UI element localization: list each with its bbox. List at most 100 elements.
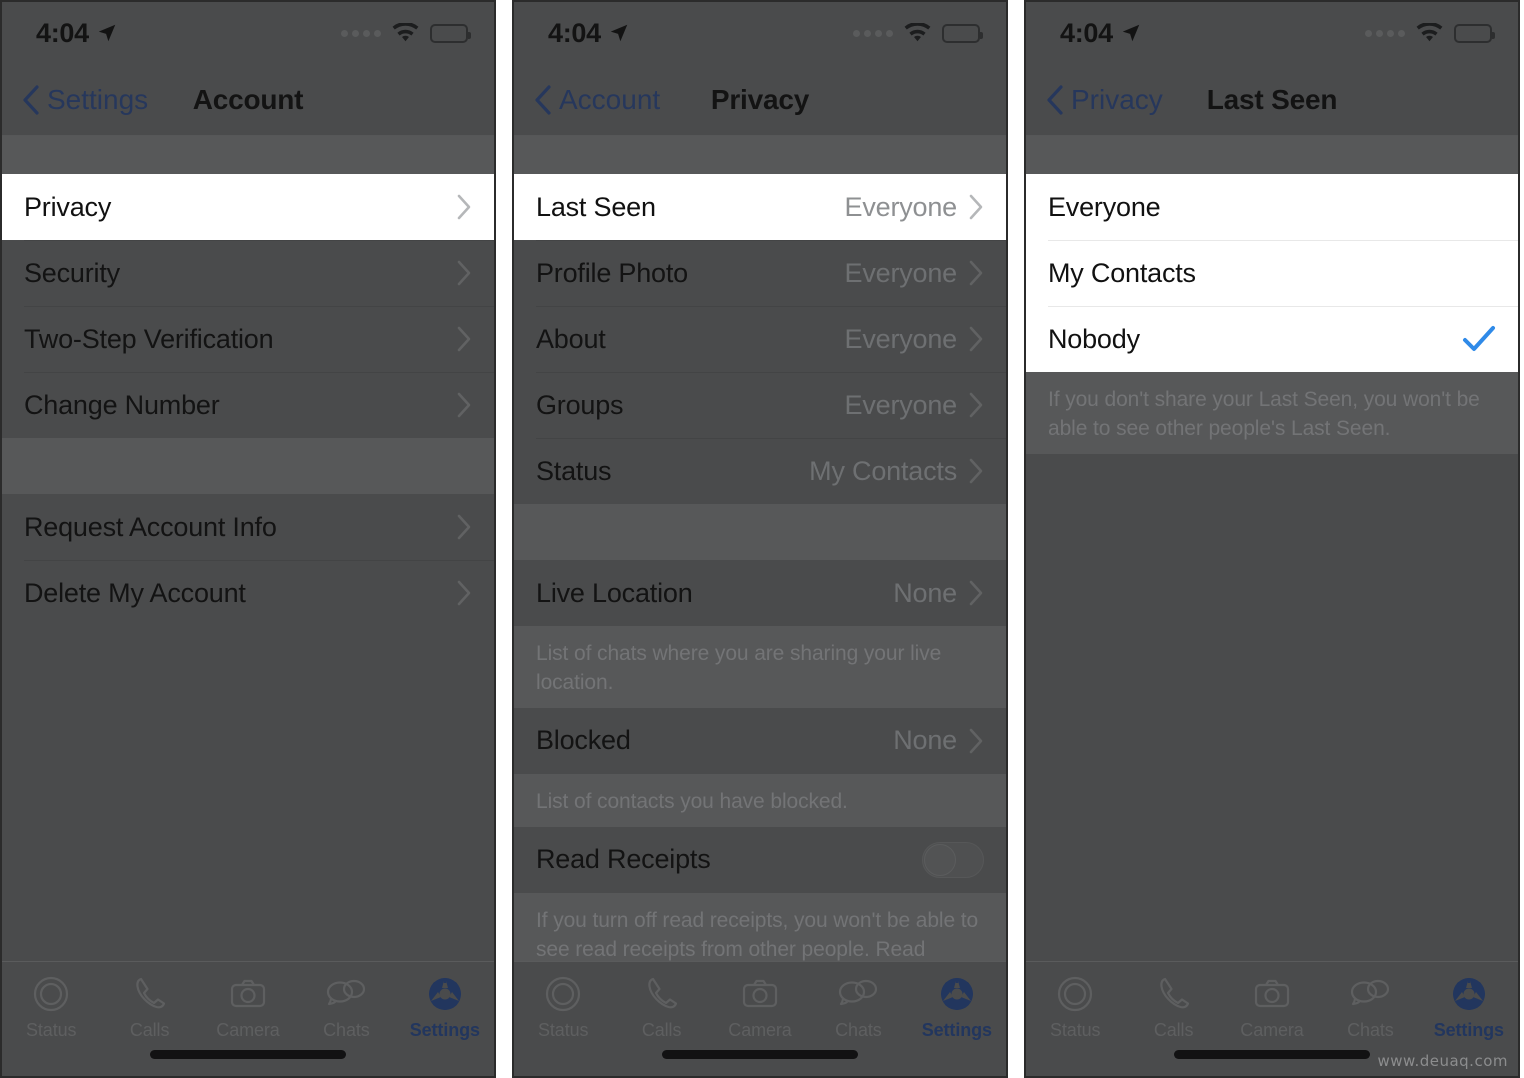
back-button-label: Settings [47,83,149,115]
row-value: None [893,577,957,608]
gear-icon [428,977,461,1010]
tab-label: Calls [1153,1020,1194,1040]
camera-icon [230,979,266,1008]
home-indicator [662,1050,858,1059]
chevron-right-icon [457,194,471,220]
option-everyone[interactable]: Everyone [1026,174,1518,240]
gear-icon [1452,977,1485,1010]
tab-camera[interactable]: Camera [199,974,297,1041]
signal-dots-icon [1365,29,1405,37]
chevron-right-icon [969,580,983,606]
tab-status[interactable]: Status [2,974,100,1041]
chevron-left-icon [23,84,39,115]
row-label: Privacy [24,191,112,222]
read-receipts-toggle[interactable] [922,841,984,878]
nav-bar: Privacy Last Seen [1026,64,1518,136]
tab-bar: Status Calls Camera Chats Settings [514,961,1006,1076]
signal-dots-icon [341,29,381,37]
row-read-receipts[interactable]: Read Receipts [514,826,1006,893]
chat-bubbles-icon [1351,979,1390,1006]
clock-label: 4:04 [548,17,601,48]
row-last-seen[interactable]: Last Seen Everyone [514,174,1006,240]
row-request-account-info[interactable]: Request Account Info [2,494,494,560]
tab-calls[interactable]: Calls [100,974,198,1041]
back-button-label: Account [559,83,661,115]
battery-icon [430,23,471,43]
privacy-group-3: Blocked None [514,707,1006,774]
toggle-knob [924,843,956,876]
row-label: Security [24,257,120,288]
group-spacer [2,438,494,494]
row-value: Everyone [844,191,958,222]
row-value: None [893,725,957,756]
row-blocked[interactable]: Blocked None [514,707,1006,774]
nav-bar: Account Privacy [514,64,1006,136]
row-about[interactable]: About Everyone [514,306,1006,372]
option-nobody[interactable]: Nobody [1026,306,1518,372]
location-arrow-icon [610,24,628,42]
nav-bar: Settings Account [2,64,494,136]
status-rings-icon [1058,976,1093,1012]
row-label: Read Receipts [536,844,711,875]
watermark: www.deuaq.com [1377,1052,1508,1070]
last-seen-option-group: Everyone My Contacts Nobody [1026,174,1518,372]
list-top-spacer [1026,136,1518,174]
back-button-settings[interactable]: Settings [22,84,148,116]
three-screenshot-strip: 4:04 Settings Account Privacy Security T… [0,0,1524,1078]
row-live-location[interactable]: Live Location None [514,560,1006,626]
tab-calls[interactable]: Calls [1124,974,1222,1041]
chevron-right-icon [969,728,983,754]
row-groups[interactable]: Groups Everyone [514,372,1006,438]
back-button-label: Privacy [1071,83,1163,115]
tab-chats[interactable]: Chats [1321,974,1419,1041]
tab-status[interactable]: Status [1026,974,1124,1041]
row-label: Status [536,455,612,486]
tab-chats[interactable]: Chats [297,974,395,1041]
option-label: Nobody [1048,323,1140,354]
status-bar-indicators [853,22,983,44]
tab-settings[interactable]: Settings [396,974,494,1041]
wifi-icon [1416,22,1443,41]
tab-chats[interactable]: Chats [809,974,907,1041]
clock-label: 4:04 [1060,17,1113,48]
row-delete-my-account[interactable]: Delete My Account [2,560,494,626]
phone-icon [647,977,677,1009]
footnote-live-location: List of chats where you are sharing your… [514,626,1006,708]
chevron-right-icon [969,392,983,418]
chevron-left-icon [1047,84,1063,115]
row-change-number[interactable]: Change Number [2,372,494,438]
chevron-right-icon [969,194,983,220]
chevron-right-icon [457,580,471,606]
row-privacy[interactable]: Privacy [2,174,494,240]
tab-camera[interactable]: Camera [711,974,809,1041]
row-profile-photo[interactable]: Profile Photo Everyone [514,240,1006,306]
tab-settings[interactable]: Settings [1420,974,1518,1041]
tab-status[interactable]: Status [514,974,612,1041]
status-bar: 4:04 [1026,2,1518,64]
tab-label: Status [537,1020,589,1040]
chevron-right-icon [969,260,983,286]
status-bar: 4:04 [2,2,494,64]
tab-settings[interactable]: Settings [908,974,1006,1041]
tab-camera[interactable]: Camera [1223,974,1321,1041]
privacy-group-1: Last Seen Everyone Profile Photo Everyon… [514,174,1006,504]
location-arrow-icon [1122,24,1140,42]
panel-gap [1008,0,1024,1078]
status-bar-time-group: 4:04 [1060,18,1142,49]
chevron-right-icon [457,392,471,418]
row-status[interactable]: Status My Contacts [514,438,1006,504]
option-my-contacts[interactable]: My Contacts [1026,240,1518,306]
back-button-account[interactable]: Account [534,84,660,116]
tab-label: Status [1049,1020,1101,1040]
tab-calls[interactable]: Calls [612,974,710,1041]
checkmark-icon [1463,326,1495,351]
back-button-privacy[interactable]: Privacy [1046,84,1163,116]
row-two-step-verification[interactable]: Two-Step Verification [2,306,494,372]
footnote-last-seen: If you don't share your Last Seen, you w… [1026,372,1518,454]
privacy-list: Last Seen Everyone Profile Photo Everyon… [514,136,1006,961]
status-bar-time-group: 4:04 [548,18,630,49]
tab-label: Settings [921,1020,992,1040]
settings-list: Privacy Security Two-Step Verification C… [2,136,494,961]
signal-dots-icon [853,29,893,37]
row-security[interactable]: Security [2,240,494,306]
